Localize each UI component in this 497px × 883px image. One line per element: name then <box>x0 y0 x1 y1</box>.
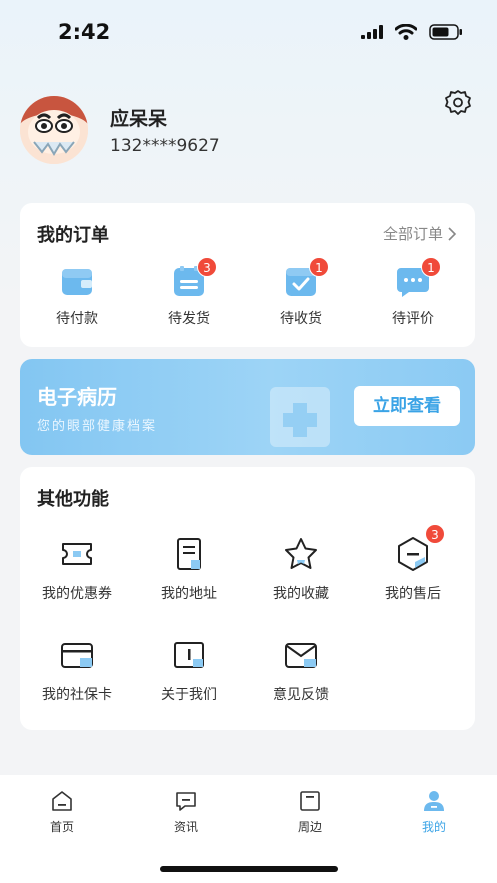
coupons-item[interactable]: 我的优惠券 <box>29 536 125 603</box>
emr-title: 电子病历 <box>37 385 117 409</box>
function-label: 我的社保卡 <box>42 687 112 703</box>
tab-news[interactable]: 资讯 <box>146 789 226 835</box>
order-label: 待发货 <box>168 311 210 327</box>
gear-icon <box>445 90 471 115</box>
favorites-item[interactable]: 我的收藏 <box>253 536 349 603</box>
tab-mine[interactable]: 我的 <box>394 789 474 835</box>
orders-title: 我的订单 <box>37 225 109 246</box>
social-security-card-item[interactable]: 我的社保卡 <box>29 637 125 704</box>
notification-badge: 1 <box>309 257 329 277</box>
tab-label: 资讯 <box>173 820 198 834</box>
view-now-button[interactable]: 立即查看 <box>354 386 460 426</box>
feedback-item[interactable]: 意见反馈 <box>253 637 349 704</box>
medical-record-icon <box>270 387 330 447</box>
notification-badge: 1 <box>421 257 441 277</box>
status-time: 2:42 <box>58 20 111 44</box>
person-icon <box>424 791 444 811</box>
emr-banner[interactable]: 电子病历 您的眼部健康档案 立即查看 <box>20 359 475 455</box>
chevron-right-icon <box>448 226 457 241</box>
notification-badge: 3 <box>197 257 217 277</box>
home-icon <box>52 791 72 811</box>
function-label: 我的优惠券 <box>42 586 112 602</box>
order-pending-review[interactable]: 1 待评价 <box>373 257 453 328</box>
function-label: 我的地址 <box>161 586 217 602</box>
order-label: 待评价 <box>392 311 434 327</box>
battery-icon <box>429 24 462 40</box>
tab-label: 首页 <box>49 820 74 834</box>
order-pending-receipt[interactable]: 1 待收货 <box>261 257 341 328</box>
document-icon <box>177 538 201 570</box>
tab-label: 周边 <box>297 820 322 834</box>
other-functions-card: 其他功能 我的优惠券 我的地址 我的收藏 3 我的售后 我的社保卡 关于我们 意… <box>20 467 475 730</box>
about-us-item[interactable]: 关于我们 <box>141 637 237 704</box>
order-label: 待付款 <box>56 311 98 327</box>
status-bar: 2:42 <box>0 0 497 64</box>
mail-icon <box>285 643 317 668</box>
book-icon <box>174 642 204 668</box>
profile-section: 应呆呆 132****9627 <box>20 90 477 168</box>
function-label: 关于我们 <box>161 687 217 703</box>
avatar[interactable] <box>20 96 88 164</box>
orders-card: 我的订单 全部订单 待付款 3 待发货 1 待收货 1 待评价 <box>20 203 475 347</box>
settings-button[interactable] <box>443 88 473 118</box>
star-icon <box>285 538 317 569</box>
message-icon <box>176 792 196 811</box>
function-label: 意见反馈 <box>273 687 329 703</box>
all-orders-label: 全部订单 <box>382 225 443 243</box>
other-title: 其他功能 <box>37 489 109 510</box>
order-pending-shipment[interactable]: 3 待发货 <box>149 257 229 328</box>
address-item[interactable]: 我的地址 <box>141 536 237 603</box>
function-label: 我的售后 <box>385 586 441 602</box>
status-icons <box>361 24 463 40</box>
wifi-icon <box>395 24 417 40</box>
all-orders-link[interactable]: 全部订单 <box>383 223 457 244</box>
after-sales-item[interactable]: 3 我的售后 <box>365 524 461 603</box>
user-name: 应呆呆 <box>110 108 168 130</box>
tab-nearby[interactable]: 周边 <box>270 789 350 835</box>
function-label: 我的收藏 <box>273 586 329 602</box>
tab-label: 我的 <box>421 820 446 834</box>
card-icon <box>61 643 93 668</box>
tab-home[interactable]: 首页 <box>22 789 102 835</box>
user-phone: 132****9627 <box>110 136 220 156</box>
signal-icon <box>361 25 383 39</box>
notification-badge: 3 <box>425 524 445 544</box>
hexagon-icon <box>398 537 428 571</box>
square-icon <box>300 791 320 811</box>
emr-subtitle: 您的眼部健康档案 <box>37 419 158 434</box>
ticket-icon <box>62 543 92 565</box>
order-label: 待收货 <box>280 311 322 327</box>
order-pending-payment[interactable]: 待付款 <box>37 263 117 328</box>
wallet-icon <box>62 269 92 295</box>
home-indicator[interactable] <box>160 866 338 872</box>
